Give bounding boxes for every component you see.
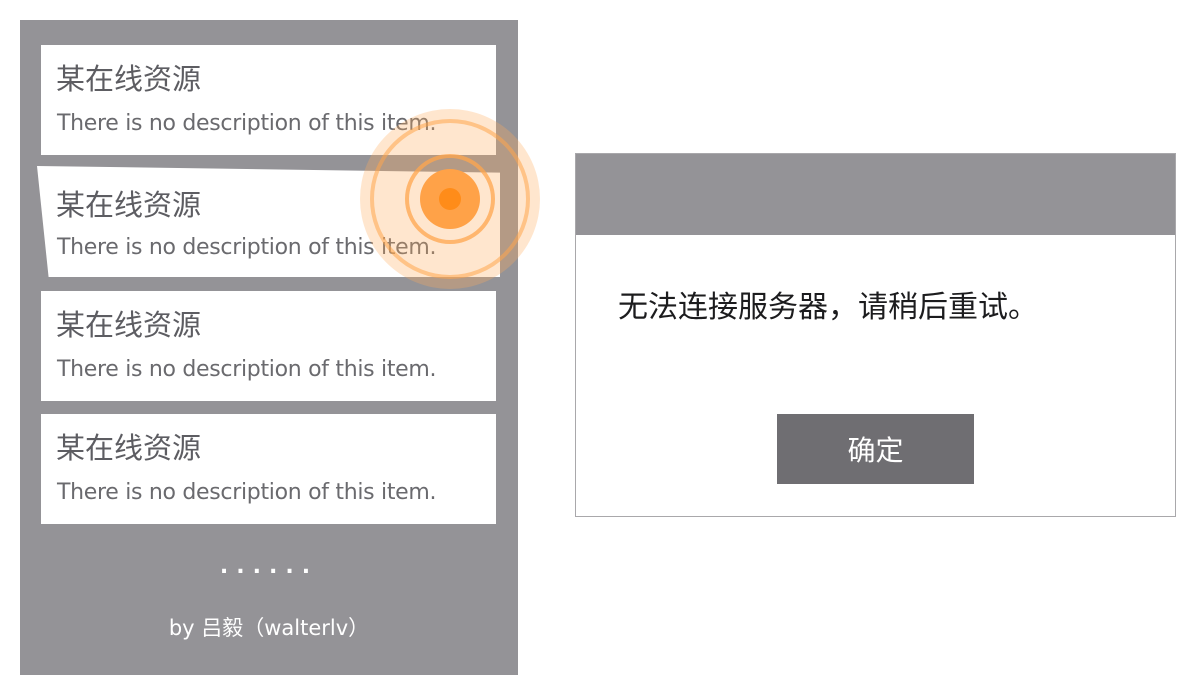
error-dialog: 无法连接服务器，请稍后重试。 确定 <box>575 153 1176 517</box>
list-item-description: There is no description of this item. <box>57 357 437 382</box>
touch-point-core <box>439 188 461 210</box>
list-item-description: There is no description of this item. <box>57 480 437 505</box>
screen: 某在线资源 There is no description of this it… <box>0 0 1197 691</box>
list-item-title: 某在线资源 <box>56 188 202 222</box>
dialog-message: 无法连接服务器，请稍后重试。 <box>618 290 1038 325</box>
list-item-title: 某在线资源 <box>56 308 202 342</box>
touch-point-icon <box>360 109 540 289</box>
author-byline: by 吕毅（walterlv） <box>168 616 370 640</box>
more-indicator: ...... <box>219 554 319 579</box>
list-item[interactable]: 某在线资源 There is no description of this it… <box>41 414 496 524</box>
ok-button[interactable]: 确定 <box>777 414 974 484</box>
list-item-title: 某在线资源 <box>56 431 202 465</box>
list-item[interactable]: 某在线资源 There is no description of this it… <box>41 291 496 401</box>
list-item-title: 某在线资源 <box>56 62 202 96</box>
dialog-header <box>576 154 1175 235</box>
